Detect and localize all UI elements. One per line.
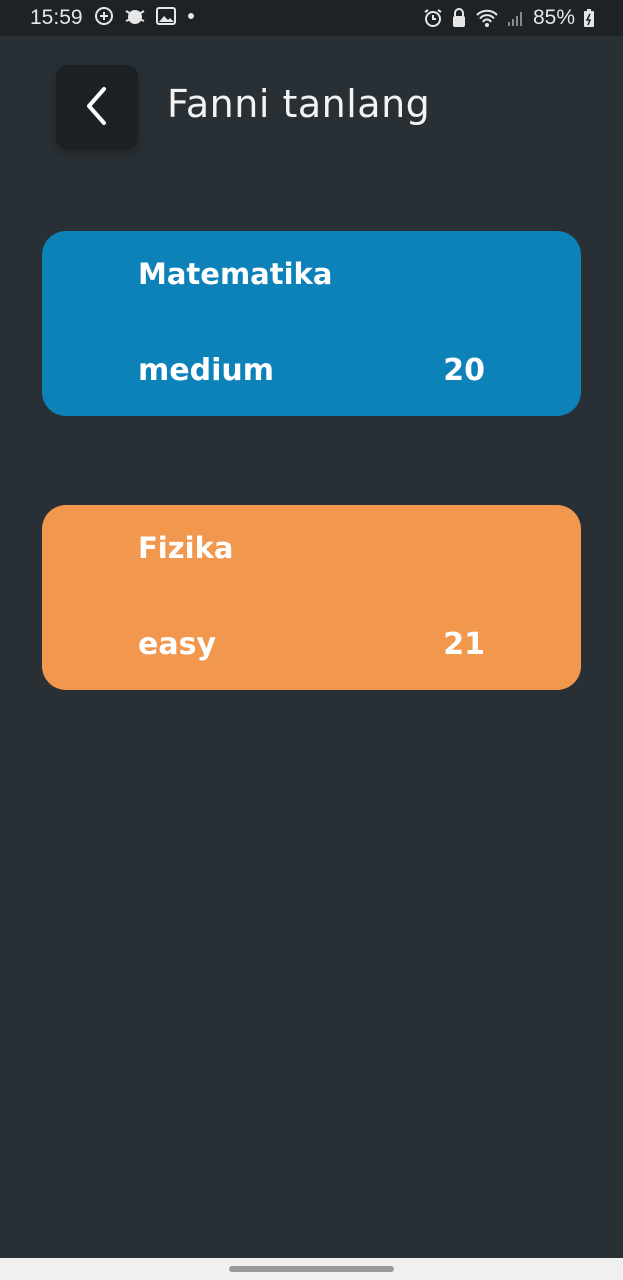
subject-question-count: 21	[443, 627, 485, 662]
dot-icon	[186, 11, 196, 21]
subject-name: Matematika	[138, 257, 333, 291]
bug-icon	[124, 6, 146, 26]
lock-icon	[451, 8, 467, 28]
notification-icons	[94, 6, 196, 26]
home-gesture-handle[interactable]	[229, 1266, 394, 1272]
back-button[interactable]	[56, 65, 138, 150]
gallery-icon	[156, 7, 176, 25]
messenger-icon	[94, 6, 114, 26]
signal-icon	[507, 9, 525, 27]
status-time: 15:59	[30, 6, 83, 29]
wifi-icon	[475, 8, 499, 28]
subject-card-fizika[interactable]: Fizika easy 21	[42, 505, 581, 690]
page-title: Fanni tanlang	[167, 82, 431, 126]
subject-card-matematika[interactable]: Matematika medium 20	[42, 231, 581, 416]
subject-question-count: 20	[443, 353, 485, 388]
system-icons: 85%	[423, 6, 595, 30]
battery-percent: 85%	[532, 6, 575, 29]
navigation-bar	[0, 1258, 623, 1280]
alarm-icon	[423, 8, 443, 28]
subject-name: Fizika	[138, 531, 234, 565]
battery-icon	[583, 8, 595, 28]
subject-level: easy	[138, 627, 217, 662]
status-bar: 15:59 85%	[0, 0, 623, 36]
subject-level: medium	[138, 353, 274, 388]
chevron-left-icon	[82, 85, 112, 131]
